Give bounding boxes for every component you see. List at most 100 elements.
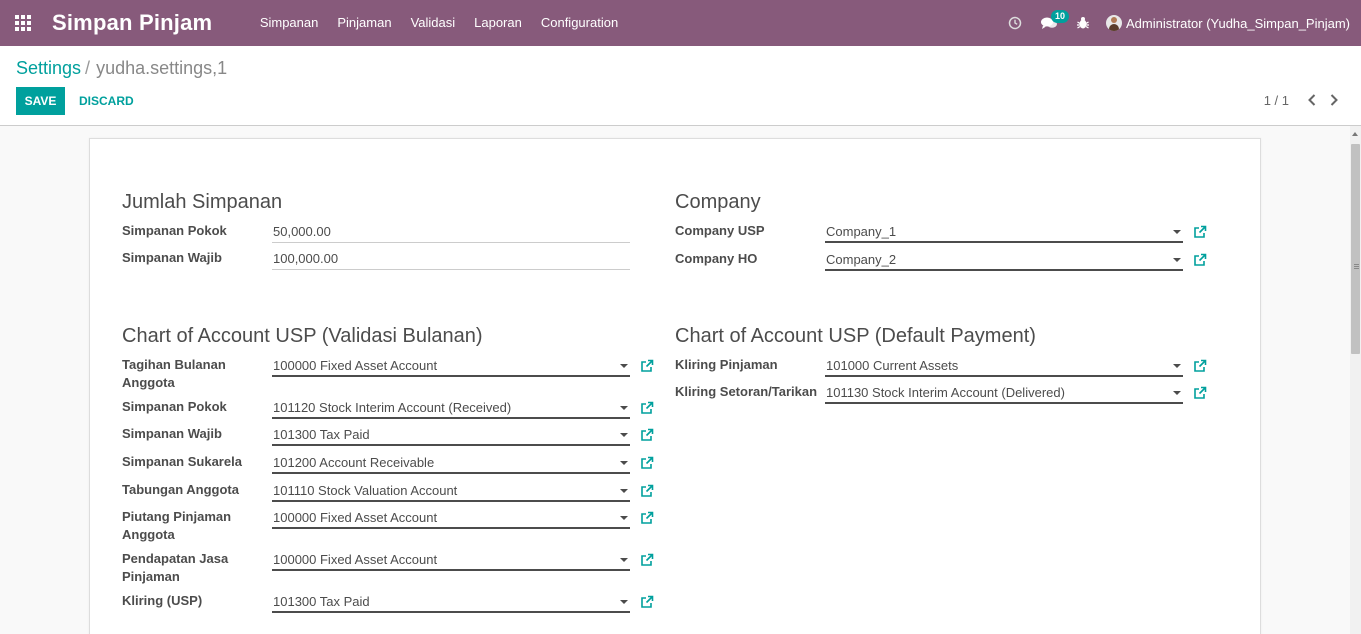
label-tabungan-anggota: Tabungan Anggota <box>122 482 239 497</box>
app-brand[interactable]: Simpan Pinjam <box>52 10 212 36</box>
label-company-usp: Company USP <box>675 223 765 238</box>
main-menu: Simpanan Pinjaman Validasi Laporan Confi… <box>250 0 627 46</box>
chevron-down-icon[interactable] <box>1173 230 1181 234</box>
tagihan-bulanan-anggota-value: 100000 Fixed Asset Account <box>273 357 438 373</box>
label-kliring-setoran-tarikan: Kliring Setoran/Tarikan <box>675 384 818 399</box>
menu-item-laporan[interactable]: Laporan <box>465 0 532 46</box>
vertical-scrollbar[interactable] <box>1350 126 1361 634</box>
pager-next-icon[interactable] <box>1323 92 1345 108</box>
label-coa-simpanan-wajib: Simpanan Wajib <box>122 426 222 441</box>
debug-bug-icon[interactable] <box>1066 0 1100 46</box>
section-title-coa-default-payment: Chart of Account USP (Default Payment) <box>675 325 1036 347</box>
simpanan-sukarela-value: 101200 Account Receivable <box>273 454 435 470</box>
chevron-down-icon[interactable] <box>620 558 628 562</box>
company-usp-value: Company_1 <box>826 223 897 239</box>
breadcrumb-separator: / <box>85 58 91 78</box>
simpanan-sukarela-select[interactable]: 101200 Account Receivable <box>272 452 630 474</box>
breadcrumb: Settings / yudha.settings,1 <box>16 58 227 79</box>
company-ho-select[interactable]: Company_2 <box>825 249 1183 271</box>
pager-value[interactable]: 1 / 1 <box>1264 93 1289 108</box>
section-title-coa-validasi: Chart of Account USP (Validasi Bulanan) <box>122 325 483 347</box>
chevron-down-icon[interactable] <box>620 433 628 437</box>
piutang-pinjaman-anggota-select[interactable]: 100000 Fixed Asset Account <box>272 507 630 529</box>
chevron-down-icon[interactable] <box>1173 391 1181 395</box>
coa-simpanan-wajib-value: 101300 Tax Paid <box>273 426 370 442</box>
external-link-icon[interactable] <box>640 511 654 525</box>
chevron-down-icon[interactable] <box>620 600 628 604</box>
label-simpanan-sukarela: Simpanan Sukarela <box>122 454 242 469</box>
label-simpanan-wajib: Simpanan Wajib <box>122 250 222 265</box>
label-coa-simpanan-pokok: Simpanan Pokok <box>122 399 227 414</box>
external-link-icon[interactable] <box>1193 359 1207 373</box>
external-link-icon[interactable] <box>640 401 654 415</box>
simpanan-pokok-input[interactable]: 50,000.00 <box>272 221 630 243</box>
activity-clock-icon[interactable] <box>998 0 1032 46</box>
menu-item-simpanan[interactable]: Simpanan <box>250 0 328 46</box>
label-simpanan-pokok: Simpanan Pokok <box>122 223 227 238</box>
breadcrumb-current: yudha.settings,1 <box>96 58 228 78</box>
kliring-usp-value: 101300 Tax Paid <box>273 593 370 609</box>
pendapatan-jasa-pinjaman-value: 100000 Fixed Asset Account <box>273 551 438 567</box>
section-title-company: Company <box>675 191 761 213</box>
messaging-comments-icon[interactable]: 10 <box>1032 0 1070 46</box>
pendapatan-jasa-pinjaman-select[interactable]: 100000 Fixed Asset Account <box>272 549 630 571</box>
label-kliring-pinjaman: Kliring Pinjaman <box>675 357 778 372</box>
external-link-icon[interactable] <box>640 456 654 470</box>
label-tagihan-bulanan-anggota: Tagihan Bulanan Anggota <box>122 357 226 390</box>
control-panel: Settings / yudha.settings,1 SAVE DISCARD 1… <box>0 46 1361 126</box>
company-ho-value: Company_2 <box>826 251 897 267</box>
tagihan-bulanan-anggota-select[interactable]: 100000 Fixed Asset Account <box>272 355 630 377</box>
breadcrumb-settings-link[interactable]: Settings <box>16 58 81 78</box>
pager: 1 / 1 <box>1264 92 1345 108</box>
simpanan-wajib-input[interactable]: 100,000.00 <box>272 248 630 270</box>
coa-simpanan-pokok-value: 101120 Stock Interim Account (Received) <box>273 399 512 415</box>
coa-simpanan-wajib-select[interactable]: 101300 Tax Paid <box>272 424 630 446</box>
external-link-icon[interactable] <box>1193 253 1207 267</box>
label-company-ho: Company HO <box>675 251 758 266</box>
external-link-icon[interactable] <box>640 484 654 498</box>
external-link-icon[interactable] <box>1193 386 1207 400</box>
external-link-icon[interactable] <box>1193 225 1207 239</box>
chevron-down-icon[interactable] <box>620 406 628 410</box>
user-name: Administrator (Yudha_Simpan_Pinjam) <box>1126 15 1350 31</box>
navbar-systray: 10 Administrator (Yudha_Simpan_Pinjam) <box>998 0 1361 46</box>
scroll-up-arrow-icon[interactable] <box>1352 132 1358 136</box>
menu-item-configuration[interactable]: Configuration <box>531 0 627 46</box>
apps-menu-icon[interactable] <box>0 0 46 46</box>
user-menu[interactable]: Administrator (Yudha_Simpan_Pinjam) <box>1100 15 1361 31</box>
scrollbar-thumb[interactable] <box>1351 144 1360 354</box>
chevron-down-icon[interactable] <box>620 516 628 520</box>
tabungan-anggota-select[interactable]: 101110 Stock Valuation Account <box>272 480 630 502</box>
user-avatar <box>1106 15 1122 31</box>
kliring-usp-select[interactable]: 101300 Tax Paid <box>272 591 630 613</box>
section-title-jumlah-simpanan: Jumlah Simpanan <box>122 191 283 213</box>
kliring-setoran-tarikan-value: 101130 Stock Interim Account (Delivered) <box>826 384 1065 400</box>
label-piutang-pinjaman-anggota: Piutang Pinjaman Anggota <box>122 509 232 542</box>
label-kliring-usp: Kliring (USP) <box>122 593 203 608</box>
menu-item-pinjaman[interactable]: Pinjaman <box>328 0 401 46</box>
discard-button[interactable]: DISCARD <box>71 87 142 115</box>
kliring-pinjaman-value: 101000 Current Assets <box>826 357 959 373</box>
save-button[interactable]: SAVE <box>16 87 65 115</box>
external-link-icon[interactable] <box>640 359 654 373</box>
chevron-down-icon[interactable] <box>1173 258 1181 262</box>
chevron-down-icon[interactable] <box>620 364 628 368</box>
form-sheet: Jumlah Simpanan Simpanan Pokok 50,000.00… <box>89 138 1261 634</box>
kliring-setoran-tarikan-select[interactable]: 101130 Stock Interim Account (Delivered) <box>825 382 1183 404</box>
chevron-down-icon[interactable] <box>1173 364 1181 368</box>
company-usp-select[interactable]: Company_1 <box>825 221 1183 243</box>
scrollbar-grip-icon <box>1354 264 1359 265</box>
external-link-icon[interactable] <box>640 595 654 609</box>
pager-previous-icon[interactable] <box>1301 92 1323 108</box>
external-link-icon[interactable] <box>640 553 654 567</box>
label-pendapatan-jasa-pinjaman: Pendapatan Jasa Pinjaman <box>122 551 229 584</box>
chevron-down-icon[interactable] <box>620 461 628 465</box>
coa-simpanan-pokok-select[interactable]: 101120 Stock Interim Account (Received) <box>272 397 630 419</box>
top-navbar: Simpan Pinjam Simpanan Pinjaman Validasi… <box>0 0 1361 46</box>
external-link-icon[interactable] <box>640 428 654 442</box>
chevron-down-icon[interactable] <box>620 489 628 493</box>
piutang-pinjaman-anggota-value: 100000 Fixed Asset Account <box>273 509 438 525</box>
kliring-pinjaman-select[interactable]: 101000 Current Assets <box>825 355 1183 377</box>
menu-item-validasi[interactable]: Validasi <box>401 0 465 46</box>
tabungan-anggota-value: 101110 Stock Valuation Account <box>273 482 458 498</box>
